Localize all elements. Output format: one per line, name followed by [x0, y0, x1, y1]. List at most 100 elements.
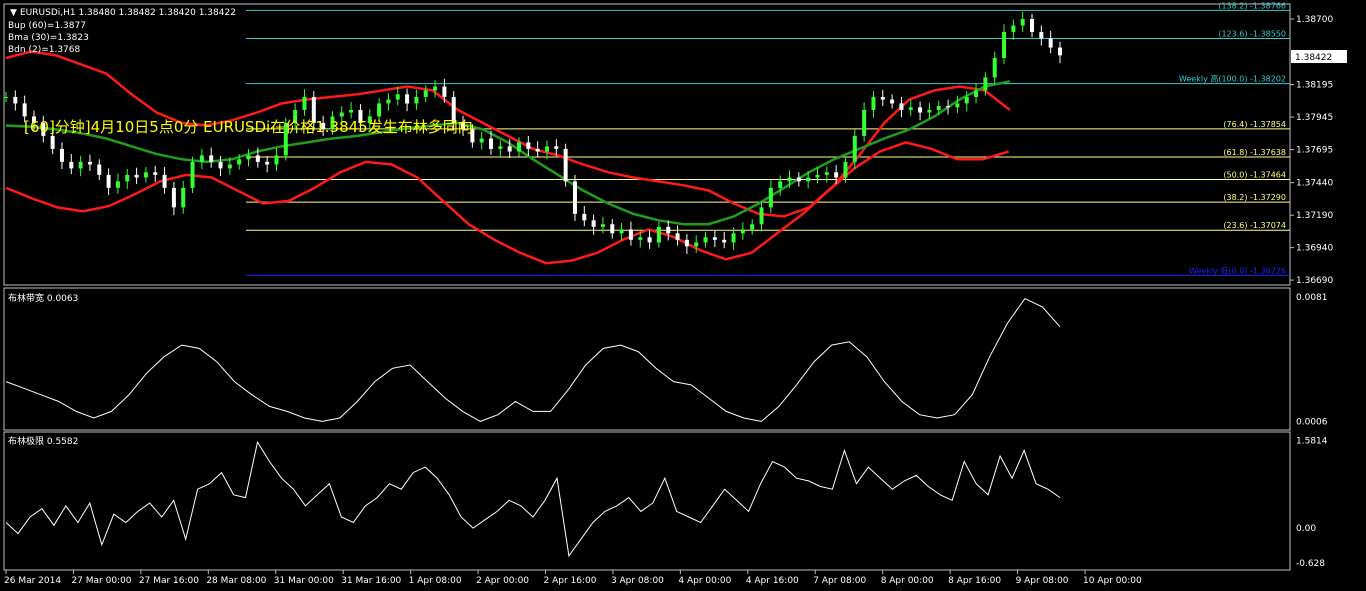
candle-body [87, 161, 92, 165]
time-tick-label: 1 Apr 08:00 [409, 576, 462, 586]
candle-body [694, 242, 699, 247]
candle-body [843, 161, 848, 178]
candle-body [964, 96, 969, 104]
candle-body [97, 164, 102, 175]
extreme-label: 布林极限 0.5582 [8, 435, 78, 447]
candle-body [638, 237, 643, 240]
candle-body [936, 106, 941, 110]
candle-body [908, 107, 913, 110]
candle-body [992, 57, 997, 78]
candle-body [218, 161, 223, 169]
candle-body [787, 177, 792, 182]
candle-body [619, 229, 624, 234]
candle-body [377, 103, 382, 117]
candle-body [237, 159, 242, 165]
candle-body [414, 96, 419, 104]
price-tick-label: 1.37190 [1296, 211, 1333, 221]
candle-body [666, 226, 671, 234]
candle-body [442, 86, 447, 97]
candle-body [750, 224, 755, 230]
fib-label: (138.2) -1.38766 [1218, 1, 1286, 10]
time-tick-label: 2 Apr 00:00 [476, 576, 529, 586]
candle-body [862, 109, 867, 136]
candle-body [171, 187, 176, 208]
candle-body [712, 237, 717, 240]
candle-body [684, 239, 689, 247]
bandwidth-panel[interactable] [3, 287, 1291, 431]
candle-body [1011, 25, 1016, 32]
candle-body [768, 187, 773, 208]
price-tick-label: 1.37440 [1296, 179, 1333, 189]
candle-body [498, 146, 503, 149]
trading-chart[interactable]: (138.2) -1.38766 (123.6) -1.38550 Weekly 高… [0, 0, 1366, 591]
time-tick-label: 7 Apr 08:00 [813, 576, 866, 586]
candle-body [628, 229, 633, 240]
price-tick-label: 1.36940 [1296, 244, 1333, 254]
time-tick-label: 3 Apr 08:00 [611, 576, 664, 586]
candle-body [1058, 47, 1062, 56]
candle-body [199, 155, 204, 162]
candle-body [918, 107, 923, 113]
collapse-triangle-icon[interactable]: ▼ [10, 8, 17, 18]
candle-body [143, 172, 148, 178]
candle-body [899, 103, 904, 110]
candle-body [4, 96, 8, 98]
candle-body [815, 174, 820, 178]
candle-body [339, 112, 344, 117]
candle-body [759, 207, 764, 225]
extreme-tick-label: 1.5814 [1296, 436, 1328, 446]
fib-label: (38.2) -1.37290 [1223, 193, 1286, 202]
candle-body [544, 146, 549, 152]
time-tick-label: 31 Mar 00:00 [274, 576, 334, 586]
candle-body [824, 172, 829, 175]
candle-body [1030, 18, 1035, 32]
fib-label: (76.4) -1.37854 [1223, 120, 1286, 129]
price-tick-label: 1.38700 [1296, 15, 1333, 25]
candle-body [890, 99, 895, 104]
candle-body [115, 181, 120, 188]
candle-body [600, 224, 605, 227]
candle-body [227, 164, 232, 169]
candle-body [834, 172, 839, 178]
candle-body [852, 135, 857, 162]
fib-label: (123.6) -1.38550 [1218, 29, 1286, 38]
price-tick-label: 1.37945 [1296, 113, 1333, 123]
indicator-bma: Bma (30)=1.3823 [8, 33, 89, 43]
candle-body [647, 237, 652, 243]
candle-body [740, 229, 745, 234]
time-tick-label: 31 Mar 16:00 [341, 576, 401, 586]
main-price-panel[interactable] [3, 3, 1291, 286]
candle-body [871, 96, 876, 110]
candle-body [153, 172, 158, 175]
candle-body [255, 155, 260, 162]
bandwidth-label: 布林带宽 0.0063 [8, 292, 78, 304]
candle-body [722, 239, 727, 243]
candle-body [572, 181, 577, 214]
candle-body [517, 142, 522, 152]
time-tick-label: 26 Mar 2014 [4, 576, 61, 586]
candle-body [162, 174, 167, 188]
candle-body [405, 94, 410, 104]
candle-body [349, 109, 354, 113]
candle-body [209, 155, 214, 162]
symbol-info: EURUSDi,H1 1.38480 1.38482 1.38420 1.384… [20, 8, 236, 18]
extreme-tick-label: -0.628 [1296, 559, 1325, 569]
candle-body [582, 213, 587, 221]
candle-body [927, 109, 932, 113]
candle-body [479, 138, 484, 143]
candle-body [125, 174, 130, 182]
candle-body [610, 224, 615, 234]
candle-body [1002, 31, 1007, 58]
fib-label: (50.0) -1.37464 [1223, 171, 1286, 180]
candle-body [563, 148, 568, 182]
candle-body [974, 90, 979, 97]
indicator-bup: Bup (60)=1.3877 [8, 21, 86, 31]
candle-body [955, 103, 960, 108]
extreme-panel[interactable] [3, 431, 1291, 571]
extreme-tick-label: 0.00 [1296, 524, 1316, 534]
fib-label: Weekly 低(0.0) -1.36726 [1189, 265, 1286, 275]
candle-body [395, 94, 400, 100]
candle-body [489, 138, 494, 149]
candle-body [806, 177, 811, 182]
time-tick-label: 8 Apr 00:00 [881, 576, 934, 586]
